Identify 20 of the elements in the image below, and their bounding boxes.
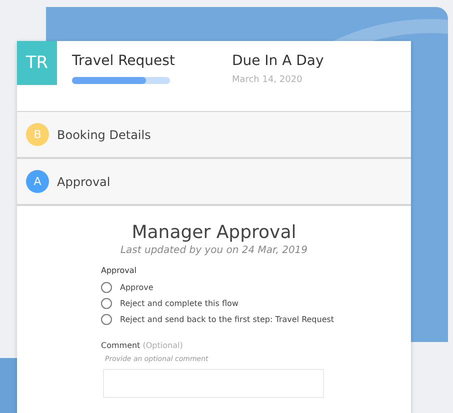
option-label: Approve — [120, 282, 154, 292]
due-date: March 14, 2020 — [232, 75, 304, 85]
section-label: Approval — [57, 174, 110, 188]
section-letter: B — [26, 123, 49, 146]
option-label: Reject and send back to the first step: Travel Request — [120, 314, 334, 324]
radio-button[interactable] — [101, 314, 112, 324]
question-label: Approval — [101, 266, 138, 275]
comment-label: Comment (Optional) — [101, 341, 184, 350]
section-row[interactable]: A Approval — [17, 159, 411, 206]
task-title: Travel Request — [72, 53, 175, 69]
section-row[interactable]: B Booking Details — [17, 112, 411, 159]
due-title: Due In A Day — [232, 53, 324, 69]
section-label: Booking Details — [57, 128, 151, 142]
radio-button[interactable] — [101, 282, 112, 292]
section-letter: A — [26, 170, 49, 193]
radio-button[interactable] — [101, 298, 112, 308]
option-label: Reject and complete this flow — [120, 298, 238, 308]
form-title: Manager Approval — [132, 222, 296, 243]
form-subtitle: Last updated by you on 24 Mar, 2019 — [120, 245, 308, 256]
task-badge: TR — [17, 41, 57, 85]
